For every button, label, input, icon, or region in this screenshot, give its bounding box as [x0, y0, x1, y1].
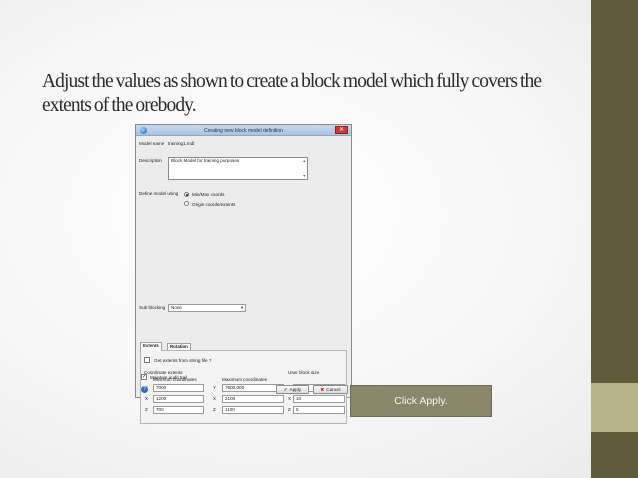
get-extents-checkbox[interactable]: [144, 357, 150, 363]
max-z-input[interactable]: 1100: [222, 406, 284, 414]
model-name-value[interactable]: training1.mdl: [168, 141, 194, 146]
apply-label: Apply: [289, 387, 302, 392]
dialog-title: Creating new block model definition: [204, 128, 283, 134]
sub-blocking-label: Sub blocking: [139, 305, 166, 310]
max-coordinates-header: Maximum coordinates: [222, 377, 267, 382]
tab-extents[interactable]: Extents: [140, 342, 162, 351]
user-block-size-header: User block size: [288, 370, 320, 375]
scroll-up-icon[interactable]: ▲: [303, 158, 306, 164]
get-extents-label: Get extents from string file ?: [154, 358, 212, 363]
block-z-label: Z: [288, 407, 291, 412]
instruction-callout: Click Apply.: [350, 385, 492, 417]
radio-min-max[interactable]: [184, 192, 189, 197]
cancel-x-icon: ✖: [320, 387, 325, 392]
close-button[interactable]: ✕: [335, 126, 348, 134]
dialog-titlebar: Creating new block model definition ✕: [136, 125, 351, 136]
radio-origin-extents-label: Origin coords/extents: [192, 202, 236, 207]
max-z-label: Z: [213, 407, 216, 412]
min-x-input[interactable]: 1200: [153, 395, 204, 403]
checkmark-icon: ✔: [283, 387, 288, 392]
cancel-label: Cancel: [326, 387, 341, 392]
define-model-label: Define model using: [139, 191, 179, 196]
min-x-label: X: [145, 396, 148, 401]
audit-trail-checkbox[interactable]: ✓: [141, 374, 147, 380]
model-name-label: Model name: [139, 141, 165, 146]
max-y-label: Y: [213, 385, 216, 390]
cancel-button[interactable]: ✖ Cancel: [313, 385, 348, 394]
decorative-side-accent: [591, 383, 638, 432]
block-x-input[interactable]: 10: [293, 395, 345, 403]
sub-blocking-value: None: [171, 305, 182, 310]
block-model-dialog: Creating new block model definition ✕ Mo…: [135, 124, 352, 424]
block-z-input[interactable]: 5: [293, 406, 345, 414]
min-z-label: Z: [145, 407, 148, 412]
radio-min-max-label: Min/Max coords: [192, 192, 225, 197]
description-label: Description: [139, 158, 162, 163]
chevron-down-icon: ▼: [240, 305, 244, 310]
min-y-input[interactable]: 7000: [153, 384, 204, 392]
block-x-label: X: [288, 396, 291, 401]
slide-title: Adjust the values as shown to create a b…: [42, 71, 542, 116]
description-field[interactable]: Block Model for training purposes ▲ ▼: [168, 157, 308, 180]
min-z-input[interactable]: 700: [153, 406, 204, 414]
apply-button[interactable]: ✔ Apply: [276, 385, 309, 394]
max-x-label: X: [213, 396, 216, 401]
radio-origin-extents[interactable]: [184, 201, 189, 206]
max-x-input[interactable]: 2100: [222, 395, 284, 403]
audit-trail-label: Maintain audit trail: [150, 375, 188, 380]
description-value: Block Model for training purposes: [171, 158, 240, 163]
help-icon[interactable]: ?: [141, 386, 148, 393]
max-y-input[interactable]: 7600.000: [222, 384, 284, 392]
scroll-down-icon[interactable]: ▼: [303, 173, 306, 179]
sub-blocking-select[interactable]: None ▼: [168, 304, 246, 312]
